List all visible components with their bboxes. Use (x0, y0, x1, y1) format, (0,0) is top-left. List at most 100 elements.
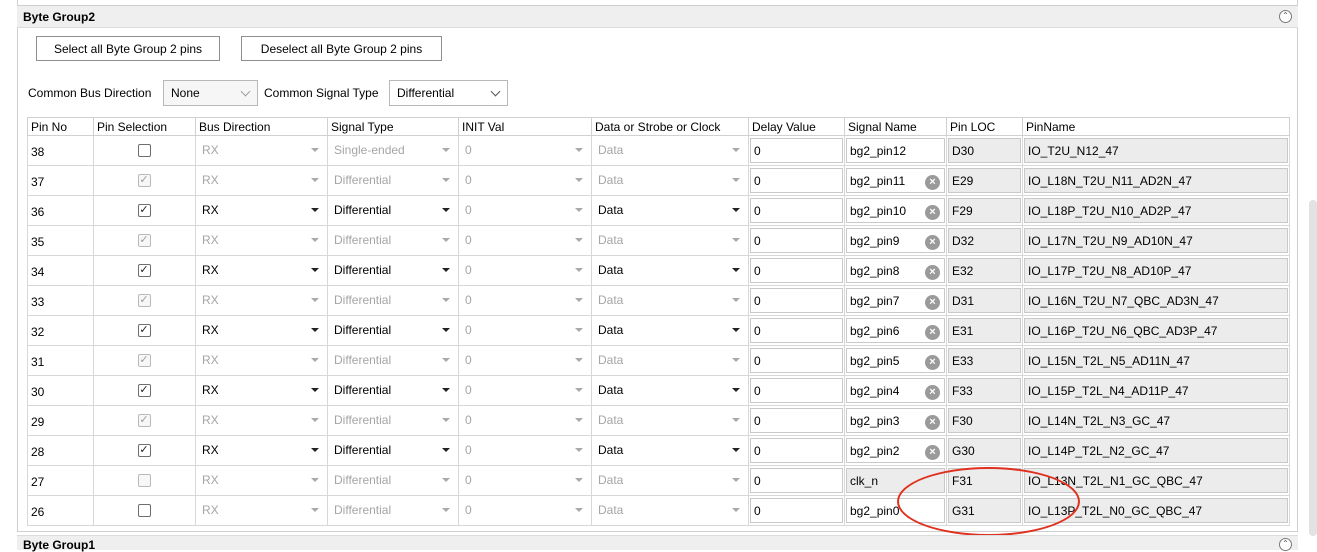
signal-type-select[interactable]: Differential (334, 473, 450, 487)
bus-direction-select[interactable]: RX (202, 413, 319, 427)
init-val-select[interactable]: 0 (465, 503, 583, 517)
clear-icon[interactable]: × (925, 385, 940, 400)
init-val-select[interactable]: 0 (465, 203, 583, 217)
signal-type-select[interactable]: Differential (334, 503, 450, 517)
clear-icon[interactable]: × (925, 355, 940, 370)
delay-value-input[interactable]: 0 (750, 228, 843, 253)
signal-name-input[interactable]: bg2_pin6 × (846, 318, 945, 343)
delay-value-input[interactable]: 0 (750, 348, 843, 373)
common-bus-direction-select[interactable]: None (163, 80, 258, 106)
clear-icon[interactable]: × (925, 445, 940, 460)
signal-type-select[interactable]: Differential (334, 323, 450, 337)
pin-selection-checkbox[interactable]: ✓ (137, 383, 151, 397)
delay-value-input[interactable]: 0 (750, 438, 843, 463)
signal-type-select[interactable]: Differential (334, 413, 450, 427)
signal-name-input[interactable]: bg2_pin9 × (846, 228, 945, 253)
data-strobe-select[interactable]: Data (598, 293, 740, 307)
bus-direction-select[interactable]: RX (202, 503, 319, 517)
data-strobe-select[interactable]: Data (598, 473, 740, 487)
data-strobe-select[interactable]: Data (598, 233, 740, 247)
clear-icon[interactable]: × (925, 325, 940, 340)
delay-value-input[interactable]: 0 (750, 288, 843, 313)
clear-icon[interactable]: × (925, 265, 940, 280)
pin-selection-checkbox[interactable]: ✓ (137, 263, 151, 277)
signal-name-input[interactable]: bg2_pin10 × (846, 198, 945, 223)
bus-direction-select[interactable]: RX (202, 353, 319, 367)
bus-direction-select[interactable]: RX (202, 383, 319, 397)
data-strobe-select[interactable]: Data (598, 383, 740, 397)
delay-value-input[interactable]: 0 (750, 198, 843, 223)
pin-selection-checkbox[interactable] (137, 143, 151, 157)
init-val-select[interactable]: 0 (465, 143, 583, 157)
signal-type-select[interactable]: Single-ended (334, 143, 450, 157)
signal-name-input[interactable]: bg2_pin3 × (846, 408, 945, 433)
bus-direction-select[interactable]: RX (202, 473, 319, 487)
deselect-all-pins-button[interactable]: Deselect all Byte Group 2 pins (241, 36, 442, 61)
collapse-icon[interactable]: ⌃ (1279, 10, 1292, 23)
delay-value-input[interactable]: 0 (750, 318, 843, 343)
signal-type-select[interactable]: Differential (334, 263, 450, 277)
signal-type-select[interactable]: Differential (334, 443, 450, 457)
select-all-pins-button[interactable]: Select all Byte Group 2 pins (36, 36, 220, 61)
signal-type-select[interactable]: Differential (334, 383, 450, 397)
init-val-select[interactable]: 0 (465, 383, 583, 397)
signal-type-select[interactable]: Differential (334, 173, 450, 187)
clear-icon[interactable]: × (925, 175, 940, 190)
bus-direction-select[interactable]: RX (202, 173, 319, 187)
bus-direction-select[interactable]: RX (202, 293, 319, 307)
delay-value-input[interactable]: 0 (750, 378, 843, 403)
bus-direction-select[interactable]: RX (202, 143, 319, 157)
init-val-select[interactable]: 0 (465, 413, 583, 427)
clear-icon[interactable]: × (925, 295, 940, 310)
bus-direction-select[interactable]: RX (202, 323, 319, 337)
pin-selection-checkbox[interactable] (137, 503, 151, 517)
init-val-select[interactable]: 0 (465, 173, 583, 187)
bus-direction-select[interactable]: RX (202, 263, 319, 277)
data-strobe-select[interactable]: Data (598, 143, 740, 157)
delay-value-input[interactable]: 0 (750, 138, 843, 163)
delay-value-input[interactable]: 0 (750, 468, 843, 493)
signal-name-input[interactable]: bg2_pin2 × (846, 438, 945, 463)
clear-icon[interactable]: × (925, 235, 940, 250)
init-val-select[interactable]: 0 (465, 233, 583, 247)
bus-direction-select[interactable]: RX (202, 233, 319, 247)
data-strobe-select[interactable]: Data (598, 413, 740, 427)
signal-name-input[interactable]: bg2_pin4 × (846, 378, 945, 403)
data-strobe-select[interactable]: Data (598, 353, 740, 367)
pin-selection-checkbox[interactable]: ✓ (137, 203, 151, 217)
data-strobe-select[interactable]: Data (598, 323, 740, 337)
clear-icon[interactable]: × (925, 205, 940, 220)
clear-icon[interactable]: × (925, 415, 940, 430)
signal-name-input[interactable]: bg2_pin7 × (846, 288, 945, 313)
data-strobe-select[interactable]: Data (598, 503, 740, 517)
init-val-select[interactable]: 0 (465, 263, 583, 277)
delay-value-input[interactable]: 0 (750, 168, 843, 193)
byte-group1-header[interactable]: Byte Group1 ⌃ (17, 535, 1298, 552)
bus-direction-select[interactable]: RX (202, 443, 319, 457)
data-strobe-select[interactable]: Data (598, 263, 740, 277)
vertical-scrollbar[interactable] (1309, 200, 1317, 536)
init-val-select[interactable]: 0 (465, 473, 583, 487)
signal-name-input[interactable]: bg2_pin5 × (846, 348, 945, 373)
signal-type-select[interactable]: Differential (334, 203, 450, 217)
delay-value-input[interactable]: 0 (750, 258, 843, 283)
init-val-select[interactable]: 0 (465, 353, 583, 367)
signal-name-input[interactable]: bg2_pin11 × (846, 168, 945, 193)
delay-value-input[interactable]: 0 (750, 498, 843, 523)
init-val-select[interactable]: 0 (465, 293, 583, 307)
init-val-select[interactable]: 0 (465, 443, 583, 457)
byte-group2-header[interactable]: Byte Group2 ⌃ (17, 6, 1298, 28)
common-signal-type-select[interactable]: Differential (389, 80, 508, 106)
data-strobe-select[interactable]: Data (598, 443, 740, 457)
signal-type-select[interactable]: Differential (334, 293, 450, 307)
collapse-icon[interactable]: ⌃ (1279, 538, 1292, 551)
data-strobe-select[interactable]: Data (598, 203, 740, 217)
signal-type-select[interactable]: Differential (334, 233, 450, 247)
bus-direction-select[interactable]: RX (202, 203, 319, 217)
delay-value-input[interactable]: 0 (750, 408, 843, 433)
signal-name-input[interactable]: bg2_pin8 × (846, 258, 945, 283)
pin-selection-checkbox[interactable]: ✓ (137, 323, 151, 337)
init-val-select[interactable]: 0 (465, 323, 583, 337)
data-strobe-select[interactable]: Data (598, 173, 740, 187)
signal-name-input[interactable]: bg2_pin12 (846, 138, 945, 163)
